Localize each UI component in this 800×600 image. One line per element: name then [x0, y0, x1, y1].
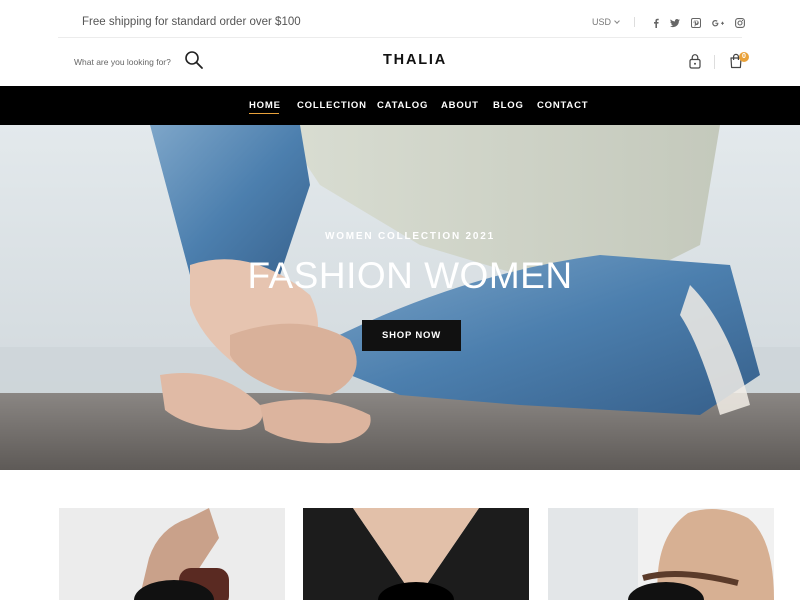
twitter-icon[interactable] [668, 16, 682, 30]
shipping-notice: Free shipping for standard order over $1… [82, 16, 301, 28]
pinterest-icon[interactable] [689, 16, 703, 30]
hero-image [0, 125, 800, 470]
lock-icon[interactable] [688, 53, 702, 69]
currency-selector[interactable]: USD [592, 17, 620, 27]
divider [634, 17, 635, 27]
hero-subtitle: WOMEN COLLECTION 2021 [324, 231, 496, 242]
instagram-icon[interactable] [733, 16, 747, 30]
search-icon[interactable] [184, 50, 204, 70]
hero-title: FASHION WOMEN [247, 255, 573, 296]
cart-count-badge: 0 [739, 52, 749, 62]
shop-now-button[interactable]: SHOP NOW [362, 320, 461, 351]
top-bar: Free shipping for standard order over $1… [58, 0, 745, 38]
divider [714, 55, 715, 69]
nav-item-about[interactable]: ABOUT [441, 100, 479, 111]
active-nav-indicator [249, 113, 279, 114]
main-nav: HOME COLLECTION CATALOG ABOUT BLOG CONTA… [0, 86, 800, 125]
nav-item-catalog[interactable]: CATALOG [377, 100, 428, 111]
currency-label: USD [592, 17, 612, 27]
hero-banner: WOMEN COLLECTION 2021 FASHION WOMEN SHOP… [0, 125, 800, 470]
product-image [59, 508, 285, 600]
site-logo[interactable]: THALIA [360, 52, 470, 68]
product-card-2[interactable] [303, 508, 529, 600]
nav-item-collection[interactable]: COLLECTION [297, 100, 367, 111]
google-plus-icon[interactable] [710, 16, 726, 30]
search-input[interactable] [74, 54, 178, 70]
product-image [548, 508, 774, 600]
product-card-1[interactable] [59, 508, 285, 600]
product-image [303, 508, 529, 600]
nav-item-blog[interactable]: BLOG [493, 100, 524, 111]
chevron-down-icon [614, 18, 620, 24]
nav-item-contact[interactable]: CONTACT [537, 100, 588, 111]
facebook-icon[interactable] [649, 16, 663, 30]
site-header: THALIA 0 [0, 38, 800, 86]
nav-item-home[interactable]: HOME [249, 100, 281, 111]
product-card-3[interactable] [548, 508, 774, 600]
